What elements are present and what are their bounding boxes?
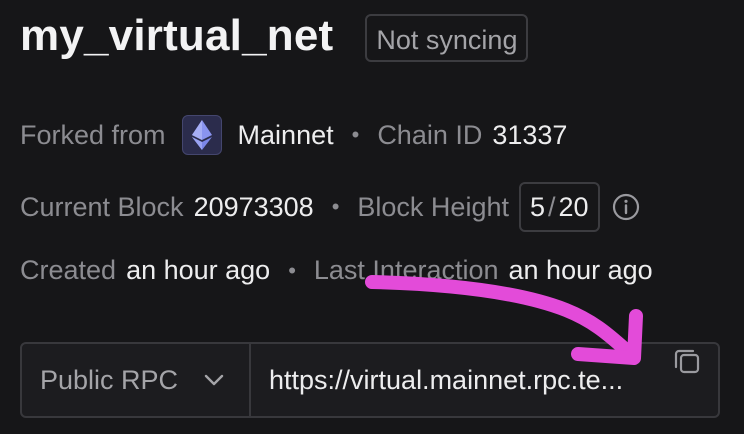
chain-id-value: 31337 <box>492 119 568 150</box>
chevron-down-icon <box>204 374 224 386</box>
meta-row-block: Current Block 20973308 • Block Height 5 … <box>20 182 640 232</box>
virtual-testnet-panel: my_virtual_net Not syncing Forked from M… <box>0 0 744 434</box>
ethereum-icon <box>181 115 222 155</box>
current-block-label: Current Block <box>20 191 184 222</box>
status-badge: Not syncing <box>365 14 529 62</box>
page-title: my_virtual_net <box>20 11 334 60</box>
separator-dot: • <box>288 257 296 283</box>
last-interaction-label: Last Interaction <box>313 255 499 285</box>
chain-id-label: Chain ID <box>377 119 483 150</box>
rpc-bar: Public RPC https://virtual.mainnet.rpc.t… <box>20 342 720 418</box>
copy-icon[interactable] <box>670 344 704 378</box>
info-icon[interactable] <box>612 193 640 221</box>
meta-row-activity: Created an hour ago • Last Interaction a… <box>20 255 653 286</box>
block-height-slash: / <box>548 191 556 222</box>
rpc-url-field[interactable]: https://virtual.mainnet.rpc.te... <box>251 344 660 416</box>
separator-dot: • <box>351 122 360 147</box>
block-height-label: Block Height <box>357 191 509 222</box>
created-value: an hour ago <box>126 255 271 285</box>
forked-from-label: Forked from <box>20 119 166 150</box>
block-height-current: 5 <box>529 191 546 222</box>
rpc-url-text: https://virtual.mainnet.rpc.te... <box>269 364 624 395</box>
forked-from-value: Mainnet <box>237 119 334 150</box>
rpc-type-select[interactable]: Public RPC <box>22 344 251 416</box>
block-height-max: 20 <box>558 191 589 222</box>
meta-row-fork: Forked from Mainnet • Chain ID 31337 <box>20 115 567 155</box>
last-interaction-value: an hour ago <box>508 255 653 285</box>
block-height-badge: 5 / 20 <box>518 182 600 232</box>
current-block-value: 20973308 <box>193 191 314 222</box>
rpc-type-label: Public RPC <box>40 364 179 395</box>
created-label: Created <box>20 255 117 285</box>
header: my_virtual_net Not syncing <box>20 8 529 64</box>
separator-dot: • <box>331 194 340 219</box>
